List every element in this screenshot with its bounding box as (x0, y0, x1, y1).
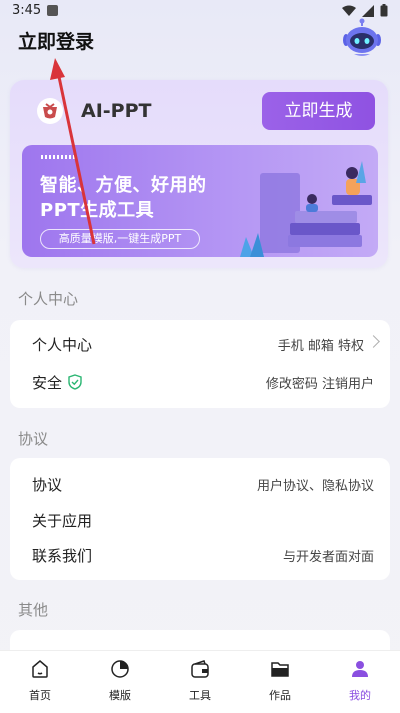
banner-decoration (41, 155, 75, 159)
row-contact-us[interactable]: 联系我们 与开发者面对面 (10, 537, 390, 573)
banner-tagline: 高质量模版,一键生成PPT (40, 229, 200, 249)
robot-avatar-icon[interactable] (340, 18, 384, 58)
row-value: 与开发者面对面 (282, 550, 374, 565)
wifi-icon (342, 5, 356, 16)
generate-now-button[interactable]: 立即生成 (262, 92, 375, 130)
signal-icon (362, 4, 374, 17)
row-label: 关于应用 (32, 512, 93, 530)
tab-works[interactable]: 作品 (240, 651, 320, 713)
books-illustration (240, 161, 372, 257)
tab-label: 我的 (349, 689, 371, 702)
section-title-other: 其他 (18, 601, 49, 619)
tab-label: 模版 (109, 689, 131, 702)
banner-subheadline: PPT生成工具 (40, 200, 155, 221)
tab-templates[interactable]: 模版 (80, 651, 160, 713)
banner-headline: 智能、方便、好用的 (40, 175, 207, 196)
bottom-tab-bar: 首页 模版 工具 作品 我的 (0, 650, 400, 713)
agreement-card: 协议 用户协议、隐私协议 关于应用 联系我们 与开发者面对面 (10, 458, 390, 580)
status-icons (342, 4, 388, 17)
row-value: 手机 邮箱 特权 (277, 339, 364, 354)
login-link[interactable]: 立即登录 (18, 27, 94, 54)
ai-ppt-logo (37, 98, 63, 124)
promo-card: AI-PPT 立即生成 智能、方便、好用的 PPT生成工具 高质量模版,一键生成… (10, 80, 388, 268)
template-icon (111, 660, 129, 678)
personal-card: 个人中心 手机 邮箱 特权 安全 修改密码 注销用户 (10, 320, 390, 408)
row-label: 安全 (32, 374, 63, 392)
tab-home[interactable]: 首页 (0, 651, 80, 713)
tab-label: 首页 (29, 689, 51, 702)
row-personal-center[interactable]: 个人中心 手机 邮箱 特权 (10, 326, 390, 362)
tab-mine[interactable]: 我的 (320, 651, 400, 713)
notification-icon (47, 5, 58, 16)
folder-icon (271, 662, 289, 677)
chevron-right-icon (367, 335, 380, 348)
tab-label: 工具 (189, 689, 211, 702)
row-label: 协议 (32, 476, 63, 494)
row-label: 联系我们 (32, 547, 93, 565)
brand-name: AI-PPT (81, 100, 152, 122)
tools-icon (191, 660, 209, 678)
row-agreement[interactable]: 协议 用户协议、隐私协议 (10, 466, 390, 502)
profile-icon (352, 661, 368, 677)
section-title-personal: 个人中心 (18, 290, 79, 308)
battery-icon (380, 4, 388, 17)
shield-check-icon (68, 374, 82, 390)
promo-banner[interactable]: 智能、方便、好用的 PPT生成工具 高质量模版,一键生成PPT (22, 145, 378, 257)
tab-label: 作品 (269, 689, 291, 702)
row-value: 修改密码 注销用户 (265, 377, 374, 392)
status-time: 3:45 (12, 3, 42, 18)
row-about-app[interactable]: 关于应用 (10, 502, 390, 538)
section-title-agreement: 协议 (18, 430, 49, 448)
tab-tools[interactable]: 工具 (160, 651, 240, 713)
home-icon (32, 660, 48, 678)
row-label: 个人中心 (32, 336, 93, 354)
row-security[interactable]: 安全 修改密码 注销用户 (10, 364, 390, 400)
row-value: 用户协议、隐私协议 (256, 479, 374, 494)
